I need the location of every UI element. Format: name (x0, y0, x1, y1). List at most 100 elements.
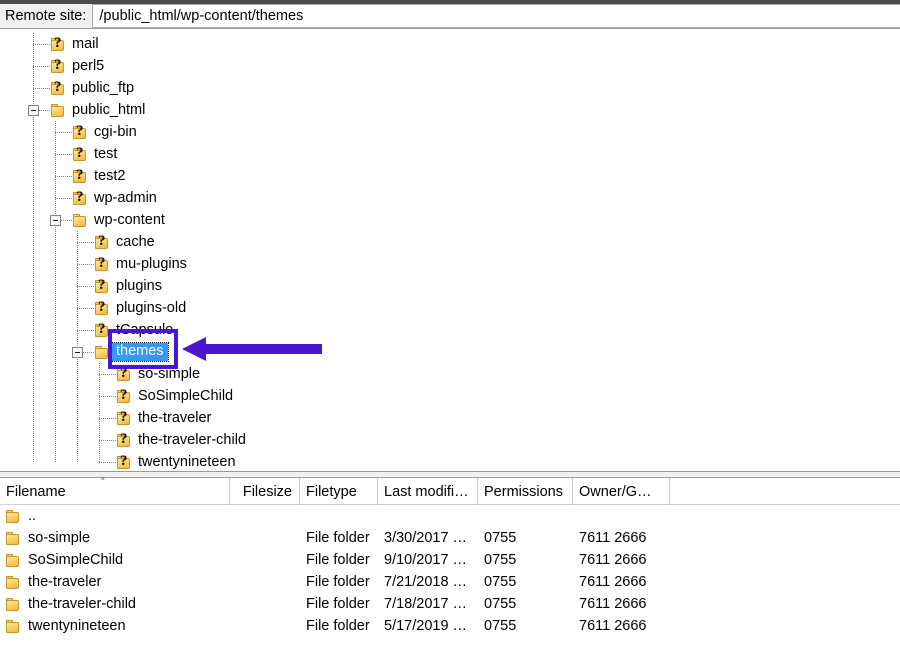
folder-unknown-icon: ? (50, 37, 67, 52)
folder-icon (72, 213, 89, 228)
remote-site-path-input[interactable]: /public_html/wp-content/themes (92, 4, 900, 28)
folder-unknown-icon: ? (72, 191, 89, 206)
file-name-label: .. (28, 509, 36, 524)
cell-modified: 3/30/2017 … (384, 527, 478, 549)
tree-item-test2[interactable]: ?test2 (72, 165, 125, 187)
tree-item-label: plugins (111, 279, 162, 294)
cell-size (236, 549, 300, 571)
tree-elbow-line (99, 418, 116, 419)
folder-icon (5, 619, 22, 634)
tree-elbow-line (99, 374, 116, 375)
folder-unknown-icon: ? (116, 433, 133, 448)
cell-type: File folder (306, 593, 378, 615)
file-name-label: so-simple (28, 531, 90, 546)
table-row[interactable]: the-travelerFile folder7/21/2018 …075576… (0, 571, 900, 593)
tree-elbow-line (99, 396, 116, 397)
tree-elbow-line (77, 242, 94, 243)
remote-site-label: Remote site: (0, 4, 92, 28)
column-header-permissions[interactable]: Permissions (478, 478, 573, 505)
tree-item-mu-plugins[interactable]: ?mu-plugins (94, 253, 187, 275)
folder-unknown-icon: ? (116, 411, 133, 426)
remote-directory-tree[interactable]: ?mail?perl5?public_ftppublic_html?cgi-bi… (0, 29, 900, 471)
tree-item-tCapsule[interactable]: ?tCapsule (94, 319, 173, 341)
tree-item-label: themes (111, 343, 168, 361)
tree-item-SoSimpleChild[interactable]: ?SoSimpleChild (116, 385, 233, 407)
tree-item-test[interactable]: ?test (72, 143, 117, 165)
cell-permissions: 0755 (484, 571, 573, 593)
column-header-filetype[interactable]: Filetype (300, 478, 378, 505)
table-row[interactable]: SoSimpleChildFile folder9/10/2017 …07557… (0, 549, 900, 571)
cell-name: so-simple (5, 527, 229, 549)
cell-modified: 9/10/2017 … (384, 549, 478, 571)
cell-size (236, 505, 300, 527)
folder-unknown-icon: ? (72, 147, 89, 162)
tree-elbow-line (33, 44, 50, 45)
tree-elbow-line (77, 286, 94, 287)
cell-owner: 7611 2666 (579, 527, 670, 549)
column-header-lastmodifi[interactable]: Last modifi… (378, 478, 478, 505)
tree-item-the-traveler-child[interactable]: ?the-traveler-child (116, 429, 246, 451)
tree-elbow-line (99, 462, 116, 463)
folder-unknown-icon: ? (116, 455, 133, 470)
cell-type (306, 505, 378, 527)
tree-item-the-traveler[interactable]: ?the-traveler (116, 407, 211, 429)
table-row[interactable]: .. (0, 505, 900, 527)
tree-item-label: the-traveler-child (133, 433, 246, 448)
tree-item-public_ftp[interactable]: ?public_ftp (50, 77, 134, 99)
tree-item-perl5[interactable]: ?perl5 (50, 55, 104, 77)
tree-item-label: twentynineteen (133, 455, 236, 470)
folder-icon (5, 509, 22, 524)
tree-item-label: public_html (67, 103, 145, 118)
file-name-label: twentynineteen (28, 619, 126, 634)
column-header-ownerg[interactable]: Owner/G… (573, 478, 670, 505)
tree-expander-public_html[interactable] (28, 105, 39, 116)
table-row[interactable]: so-simpleFile folder3/30/2017 …07557611 … (0, 527, 900, 549)
tree-elbow-line (55, 176, 72, 177)
file-name-label: the-traveler-child (28, 597, 136, 612)
tree-item-label: mu-plugins (111, 257, 187, 272)
folder-unknown-icon: ? (94, 279, 111, 294)
cell-size (236, 593, 300, 615)
tree-item-cache[interactable]: ?cache (94, 231, 155, 253)
remote-file-list: FilenameFilesizeFiletypeLast modifi…Perm… (0, 478, 900, 656)
cell-type: File folder (306, 549, 378, 571)
column-header-filesize[interactable]: Filesize (230, 478, 300, 505)
cell-permissions (484, 505, 573, 527)
cell-name: twentynineteen (5, 615, 229, 637)
tree-item-label: so-simple (133, 367, 200, 382)
tree-elbow-line (77, 308, 94, 309)
folder-icon (5, 553, 22, 568)
tree-item-cgi-bin[interactable]: ?cgi-bin (72, 121, 137, 143)
tree-elbow-line (33, 88, 50, 89)
cell-size (236, 615, 300, 637)
cell-type: File folder (306, 527, 378, 549)
file-list-header[interactable]: FilenameFilesizeFiletypeLast modifi…Perm… (0, 478, 900, 505)
tree-expander-wp-content[interactable] (50, 215, 61, 226)
cell-size (236, 527, 300, 549)
folder-unknown-icon: ? (94, 301, 111, 316)
tree-elbow-line (77, 264, 94, 265)
tree-item-label: cgi-bin (89, 125, 137, 140)
column-header-filename[interactable]: Filename (0, 478, 230, 505)
pane-splitter[interactable] (0, 471, 900, 478)
tree-item-public_html[interactable]: public_html (50, 99, 145, 121)
tree-item-wp-admin[interactable]: ?wp-admin (72, 187, 157, 209)
filezilla-remote-panel: Remote site: /public_html/wp-content/the… (0, 0, 900, 656)
table-row[interactable]: twentynineteenFile folder5/17/2019 …0755… (0, 615, 900, 637)
file-list-rows[interactable]: .. so-simple File folder 3/30/2017 … 0755 761… (0, 505, 900, 637)
tree-item-label: cache (111, 235, 155, 250)
tree-item-plugins-old[interactable]: ?plugins-old (94, 297, 186, 319)
tree-item-wp-content[interactable]: wp-content (72, 209, 165, 231)
table-row[interactable]: the-traveler-childFile folder7/18/2017 …… (0, 593, 900, 615)
tree-item-so-simple[interactable]: ?so-simple (116, 363, 200, 385)
cell-owner: 7611 2666 (579, 615, 670, 637)
tree-expander-themes[interactable] (72, 347, 83, 358)
folder-unknown-icon: ? (116, 367, 133, 382)
cell-permissions: 0755 (484, 549, 573, 571)
tree-item-twentynineteen[interactable]: ?twentynineteen (116, 451, 236, 471)
cell-type: File folder (306, 615, 378, 637)
tree-item-mail[interactable]: ?mail (50, 33, 99, 55)
tree-item-plugins[interactable]: ?plugins (94, 275, 162, 297)
cell-owner: 7611 2666 (579, 571, 670, 593)
tree-item-themes[interactable]: themes (94, 341, 168, 363)
